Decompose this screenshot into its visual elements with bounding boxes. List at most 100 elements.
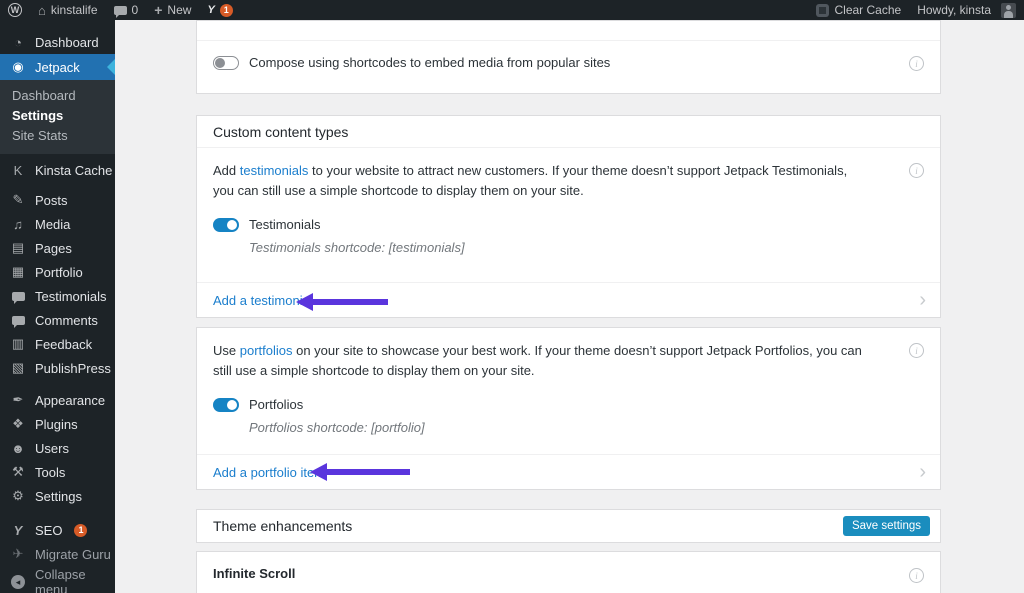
description-text: to your website to attract new customers… <box>213 163 847 198</box>
add-portfolio-item-link[interactable]: Add a portfolio item <box>213 465 325 480</box>
sidebar-item-label: Kinsta Cache <box>35 163 112 178</box>
sidebar-item-label: Collapse menu <box>35 567 115 593</box>
migrate-guru-icon: ✈ <box>9 546 27 562</box>
admin-bar: W ⌂ kinstalife 0 + New Y 1 Clear Cache H… <box>0 0 1024 20</box>
portfolio-icon: ▦ <box>9 264 27 280</box>
kinsta-cache-icon: K <box>9 163 27 178</box>
portfolios-description: Use portfolios on your site to showcase … <box>213 341 909 381</box>
account-menu[interactable]: Howdy, kinsta <box>909 0 1024 20</box>
shortcode-embeds-toggle[interactable] <box>213 56 239 70</box>
sidebar-item-plugins[interactable]: ❖ Plugins <box>0 412 115 436</box>
sidebar-item-kinsta-cache[interactable]: K Kinsta Cache <box>0 158 115 182</box>
site-name-menu[interactable]: ⌂ kinstalife <box>30 0 106 20</box>
sidebar-item-label: Comments <box>35 313 98 328</box>
info-icon[interactable]: i <box>909 568 924 583</box>
sidebar-item-label: Portfolio <box>35 265 83 280</box>
plus-icon: + <box>154 2 162 18</box>
yoast-seo-menu[interactable]: Y 1 <box>199 0 240 20</box>
description-text: Add <box>213 163 240 178</box>
add-portfolio-item-row[interactable]: Add a portfolio item › <box>197 454 940 489</box>
new-content-menu[interactable]: + New <box>146 0 199 20</box>
appearance-icon: ✒ <box>9 392 27 408</box>
testimonials-link[interactable]: testimonials <box>240 163 309 178</box>
sidebar-item-migrate-guru[interactable]: ✈ Migrate Guru <box>0 542 115 566</box>
comment-count: 0 <box>132 3 139 17</box>
theme-enhancements-card: Theme enhancements Save settings <box>196 509 941 543</box>
yoast-icon: Y <box>207 4 214 16</box>
shortcode-embeds-label: Compose using shortcodes to embed media … <box>249 55 610 70</box>
portfolios-toggle-label: Portfolios <box>249 397 303 412</box>
sidebar-item-label: Migrate Guru <box>35 547 111 562</box>
add-testimonial-row[interactable]: Add a testimonial › <box>197 282 940 317</box>
sidebar-item-pages[interactable]: ▤ Pages <box>0 236 115 260</box>
sidebar-item-label: Appearance <box>35 393 105 408</box>
card-title: Custom content types <box>197 116 940 148</box>
sidebar-item-label: Tools <box>35 465 65 480</box>
sidebar-item-media[interactable]: ♫ Media <box>0 212 115 236</box>
submenu-item-dashboard[interactable]: Dashboard <box>0 86 115 106</box>
sidebar-item-label: Settings <box>35 489 82 504</box>
sidebar-item-label: Posts <box>35 193 68 208</box>
kinsta-icon <box>816 4 829 17</box>
sidebar-item-label: Media <box>35 217 70 232</box>
sidebar-item-posts[interactable]: ✎ Posts <box>0 188 115 212</box>
portfolios-toggle[interactable] <box>213 398 239 412</box>
sidebar-item-label: Plugins <box>35 417 78 432</box>
sidebar-item-publishpress[interactable]: ▧ PublishPress <box>0 356 115 380</box>
infinite-scroll-card: Infinite Scroll i Create a smooth, unint… <box>196 551 941 593</box>
collapse-icon: ◂ <box>11 575 25 589</box>
sidebar-item-testimonials[interactable]: Testimonials <box>0 284 115 308</box>
sidebar-item-dashboard[interactable]: ◔ Dashboard <box>0 30 115 54</box>
admin-sidebar: ◔ Dashboard ◉ Jetpack Dashboard Settings… <box>0 20 115 593</box>
sidebar-item-settings[interactable]: ⚙ Settings <box>0 484 115 508</box>
embeds-card: Compose using shortcodes to embed media … <box>196 20 941 94</box>
kinsta-cache-menu[interactable]: Clear Cache <box>808 0 909 20</box>
sidebar-item-feedback[interactable]: ▥ Feedback <box>0 332 115 356</box>
sidebar-item-label: Jetpack <box>35 60 80 75</box>
card-title: Theme enhancements <box>213 518 352 534</box>
media-icon: ♫ <box>9 217 27 232</box>
testimonials-icon <box>9 292 27 301</box>
seo-icon: Y <box>9 523 27 538</box>
info-icon[interactable]: i <box>909 343 924 358</box>
sidebar-item-label: Testimonials <box>35 289 107 304</box>
comments-menu[interactable]: 0 <box>106 0 147 20</box>
info-icon[interactable]: i <box>909 163 924 178</box>
sidebar-item-label: PublishPress <box>35 361 111 376</box>
tools-icon: ⚒ <box>9 464 27 480</box>
add-testimonial-link[interactable]: Add a testimonial <box>213 293 313 308</box>
jetpack-submenu: Dashboard Settings Site Stats <box>0 80 115 154</box>
sidebar-item-users[interactable]: ☻ Users <box>0 436 115 460</box>
pages-icon: ▤ <box>9 240 27 256</box>
description-text: on your site to showcase your best work.… <box>213 343 862 378</box>
new-label: New <box>167 3 191 17</box>
testimonials-shortcode-note: Testimonials shortcode: [testimonials] <box>249 240 940 255</box>
wp-logo-menu[interactable]: W <box>0 0 30 20</box>
submenu-item-settings[interactable]: Settings <box>0 106 115 126</box>
info-icon[interactable]: i <box>909 56 924 71</box>
sidebar-item-label: Pages <box>35 241 72 256</box>
sidebar-item-tools[interactable]: ⚒ Tools <box>0 460 115 484</box>
portfolios-shortcode-note: Portfolios shortcode: [portfolio] <box>249 420 940 435</box>
portfolios-link[interactable]: portfolios <box>240 343 293 358</box>
comments-icon <box>9 316 27 325</box>
sidebar-item-comments[interactable]: Comments <box>0 308 115 332</box>
testimonials-toggle-label: Testimonials <box>249 217 321 232</box>
submenu-item-site-stats[interactable]: Site Stats <box>0 126 115 146</box>
description-text: Use <box>213 343 240 358</box>
sidebar-item-appearance[interactable]: ✒ Appearance <box>0 388 115 412</box>
comments-icon <box>114 6 127 15</box>
settings-content: Compose using shortcodes to embed media … <box>115 20 1024 593</box>
testimonials-toggle[interactable] <box>213 218 239 232</box>
sidebar-item-seo[interactable]: Y SEO 1 <box>0 518 115 542</box>
sidebar-item-jetpack[interactable]: ◉ Jetpack <box>0 54 115 80</box>
sidebar-item-label: Feedback <box>35 337 92 352</box>
wordpress-logo-icon: W <box>8 3 22 17</box>
current-menu-arrow-icon <box>107 59 115 75</box>
infinite-scroll-title: Infinite Scroll <box>213 566 295 581</box>
sidebar-item-portfolio[interactable]: ▦ Portfolio <box>0 260 115 284</box>
sidebar-item-collapse-menu[interactable]: ◂ Collapse menu <box>0 570 115 593</box>
clear-cache-label: Clear Cache <box>834 3 901 17</box>
dashboard-icon: ◔ <box>9 35 27 50</box>
save-settings-button[interactable]: Save settings <box>843 516 930 536</box>
